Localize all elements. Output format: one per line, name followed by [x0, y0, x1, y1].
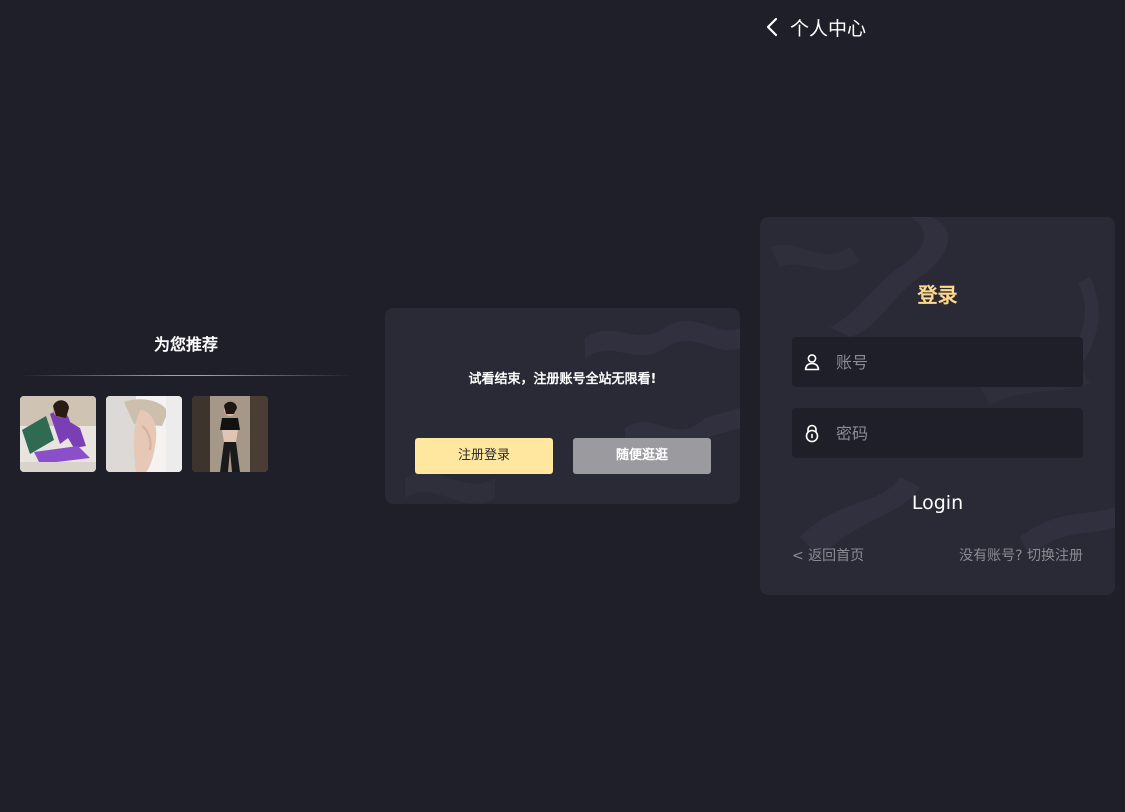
- page-header: 个人中心: [760, 10, 866, 44]
- recommend-section: 为您推荐: [20, 330, 352, 472]
- recommend-divider: [20, 375, 352, 376]
- thumbnail-image: [192, 396, 268, 472]
- login-title: 登录: [917, 283, 958, 307]
- recommend-title: 为您推荐: [153, 335, 218, 354]
- background-pattern: [405, 320, 740, 504]
- account-field: [792, 337, 1083, 387]
- thumbnail-image: [20, 396, 96, 472]
- lock-icon: [805, 424, 819, 443]
- trial-message: 试看结束，注册账号全站无限看!: [468, 372, 657, 387]
- recommend-list: [20, 396, 352, 472]
- trial-ended-dialog: 试看结束，注册账号全站无限看! 注册登录 随便逛逛: [385, 308, 740, 504]
- background-pattern: [770, 217, 1115, 557]
- page-title: 个人中心: [790, 17, 867, 40]
- login-footer: < 返回首页 没有账号? 切换注册: [792, 545, 1083, 565]
- register-login-button[interactable]: 注册登录: [415, 438, 553, 474]
- user-icon: [804, 354, 820, 371]
- login-button[interactable]: Login: [792, 485, 1083, 521]
- switch-register-link[interactable]: 没有账号? 切换注册: [959, 545, 1083, 565]
- browse-button[interactable]: 随便逛逛: [573, 438, 711, 474]
- password-field: [792, 408, 1083, 458]
- recommend-thumbnail-1[interactable]: [20, 396, 96, 472]
- chevron-left-icon[interactable]: [762, 16, 782, 38]
- account-input[interactable]: [836, 337, 1083, 387]
- thumbnail-image: [106, 396, 182, 472]
- recommend-thumbnail-2[interactable]: [106, 396, 182, 472]
- password-input[interactable]: [836, 408, 1083, 458]
- back-home-link[interactable]: < 返回首页: [792, 545, 864, 565]
- recommend-thumbnail-3[interactable]: [192, 396, 268, 472]
- login-card: 登录 Login < 返回首页 没有账号? 切换注册: [760, 217, 1115, 595]
